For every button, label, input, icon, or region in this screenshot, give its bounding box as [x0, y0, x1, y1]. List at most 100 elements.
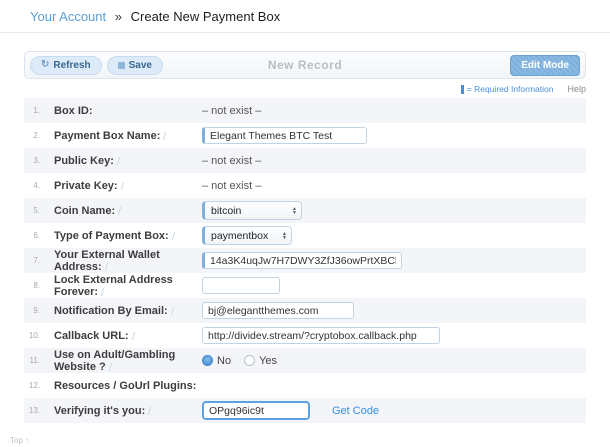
toolbar: ↻ Refresh Save New Record Edit Mode	[24, 51, 586, 79]
form-row: 11. Use on Adult/Gambling Website ? NoYe…	[24, 348, 586, 373]
row-number: 9.	[24, 306, 40, 315]
form-row: 9. Notification By Email:	[24, 298, 586, 323]
row-number: 5.	[24, 206, 40, 215]
required-field-mark	[170, 307, 174, 315]
required-marker-icon	[461, 85, 464, 94]
refresh-icon: ↻	[41, 60, 49, 70]
required-field-mark	[117, 157, 121, 165]
form-row: 1. Box ID: – not exist –	[24, 98, 586, 123]
row-label: Type of Payment Box:	[54, 230, 202, 242]
row-number: 13.	[24, 406, 40, 415]
selected-option-label: bitcoin	[211, 205, 286, 217]
select-arrows-icon: ▲▼	[282, 232, 287, 240]
row-label: Private Key:	[54, 180, 202, 192]
row-value	[202, 302, 586, 319]
row-number: 6.	[24, 231, 40, 240]
form-row: 13. Verifying it's you: Get Code	[24, 398, 586, 423]
top-link[interactable]: Top ↑	[10, 436, 29, 445]
required-field-mark	[120, 182, 124, 190]
form-row: 12. Resources / GoUrl Plugins:	[24, 373, 586, 398]
radio-yes[interactable]: Yes	[244, 355, 277, 367]
breadcrumb-your-account-link[interactable]: Your Account	[30, 9, 106, 24]
required-field-mark	[108, 363, 112, 371]
row-label: Use on Adult/Gambling Website ?	[54, 349, 202, 373]
static-value: – not exist –	[202, 105, 261, 117]
breadcrumb: Your Account » Create New Payment Box	[0, 0, 610, 33]
required-field-mark	[148, 407, 152, 415]
form-row: 3. Public Key: – not exist –	[24, 148, 586, 173]
row-number: 8.	[24, 281, 40, 290]
page-title: Create New Payment Box	[131, 9, 281, 24]
select-arrows-icon: ▲▼	[292, 207, 297, 215]
required-field-mark	[171, 232, 175, 240]
row-number: 2.	[24, 131, 40, 140]
radio-dot-yes	[244, 355, 255, 366]
row-label: Public Key:	[54, 155, 202, 167]
form-row: 7. Your External Wallet Address:	[24, 248, 586, 273]
radio-group: No Yes	[202, 355, 277, 367]
radio-no[interactable]: No	[202, 355, 231, 367]
required-field-mark	[104, 263, 108, 271]
help-link[interactable]: Help	[567, 84, 586, 94]
payment_box_name-input[interactable]	[202, 127, 367, 144]
row-label: Lock External Address Forever:	[54, 274, 202, 298]
form-row: 8. Lock External Address Forever:	[24, 273, 586, 298]
row-number: 10.	[24, 331, 40, 340]
save-button[interactable]: Save	[107, 56, 163, 75]
row-number: 12.	[24, 381, 40, 390]
edit-mode-button[interactable]: Edit Mode	[510, 55, 580, 76]
required-legend-text: = Required Information	[467, 84, 554, 94]
required-field-mark	[163, 132, 167, 140]
row-value	[202, 252, 586, 269]
save-disk-icon	[118, 62, 125, 69]
required-field-mark	[118, 207, 122, 215]
radio-label-yes: Yes	[259, 355, 277, 367]
main-content: ↻ Refresh Save New Record Edit Mode = Re…	[0, 51, 610, 423]
row-label: Verifying it's you:	[54, 405, 202, 417]
wallet_address-input[interactable]	[202, 252, 402, 269]
row-label: Your External Wallet Address:	[54, 249, 202, 273]
selected-option-label: paymentbox	[211, 230, 276, 242]
form-row: 2. Payment Box Name:	[24, 123, 586, 148]
row-value: No Yes	[202, 355, 586, 367]
row-value	[202, 277, 586, 294]
verify_code-input[interactable]	[202, 401, 310, 420]
row-value: bitcoin ▲▼	[202, 201, 586, 220]
row-value: Get Code	[202, 401, 586, 420]
refresh-button-label: Refresh	[53, 60, 90, 71]
save-button-label: Save	[129, 60, 152, 71]
row-number: 1.	[24, 106, 40, 115]
required-field-mark	[101, 288, 105, 296]
row-number: 7.	[24, 256, 40, 265]
row-value: – not exist –	[202, 155, 586, 167]
row-value: paymentbox ▲▼	[202, 226, 586, 245]
lock_address-input[interactable]	[202, 277, 280, 294]
coin_name-select[interactable]: bitcoin ▲▼	[202, 201, 302, 220]
row-label: Payment Box Name:	[54, 130, 202, 142]
form-row: 10. Callback URL:	[24, 323, 586, 348]
refresh-button[interactable]: ↻ Refresh	[30, 56, 102, 75]
required-legend: = Required Information Help	[24, 84, 586, 94]
row-label: Resources / GoUrl Plugins:	[54, 380, 202, 392]
row-value: – not exist –	[202, 105, 586, 117]
form-rows: 1. Box ID: – not exist – 2. Payment Box …	[24, 98, 586, 423]
email-input[interactable]	[202, 302, 354, 319]
form-row: 4. Private Key: – not exist –	[24, 173, 586, 198]
row-number: 3.	[24, 156, 40, 165]
page: Your Account » Create New Payment Box ↻ …	[0, 0, 610, 447]
box_type-select[interactable]: paymentbox ▲▼	[202, 226, 292, 245]
radio-label-no: No	[217, 355, 231, 367]
row-value	[202, 327, 586, 344]
breadcrumb-separator: »	[115, 9, 122, 24]
row-label: Callback URL:	[54, 330, 202, 342]
form-row: 6. Type of Payment Box: paymentbox ▲▼	[24, 223, 586, 248]
required-field-mark	[131, 332, 135, 340]
row-label: Notification By Email:	[54, 305, 202, 317]
row-label: Coin Name:	[54, 205, 202, 217]
row-label: Box ID:	[54, 105, 202, 117]
callback_url-input[interactable]	[202, 327, 440, 344]
form-row: 5. Coin Name: bitcoin ▲▼	[24, 198, 586, 223]
get-code-link[interactable]: Get Code	[332, 405, 379, 417]
static-value: – not exist –	[202, 155, 261, 167]
row-value	[202, 127, 586, 144]
